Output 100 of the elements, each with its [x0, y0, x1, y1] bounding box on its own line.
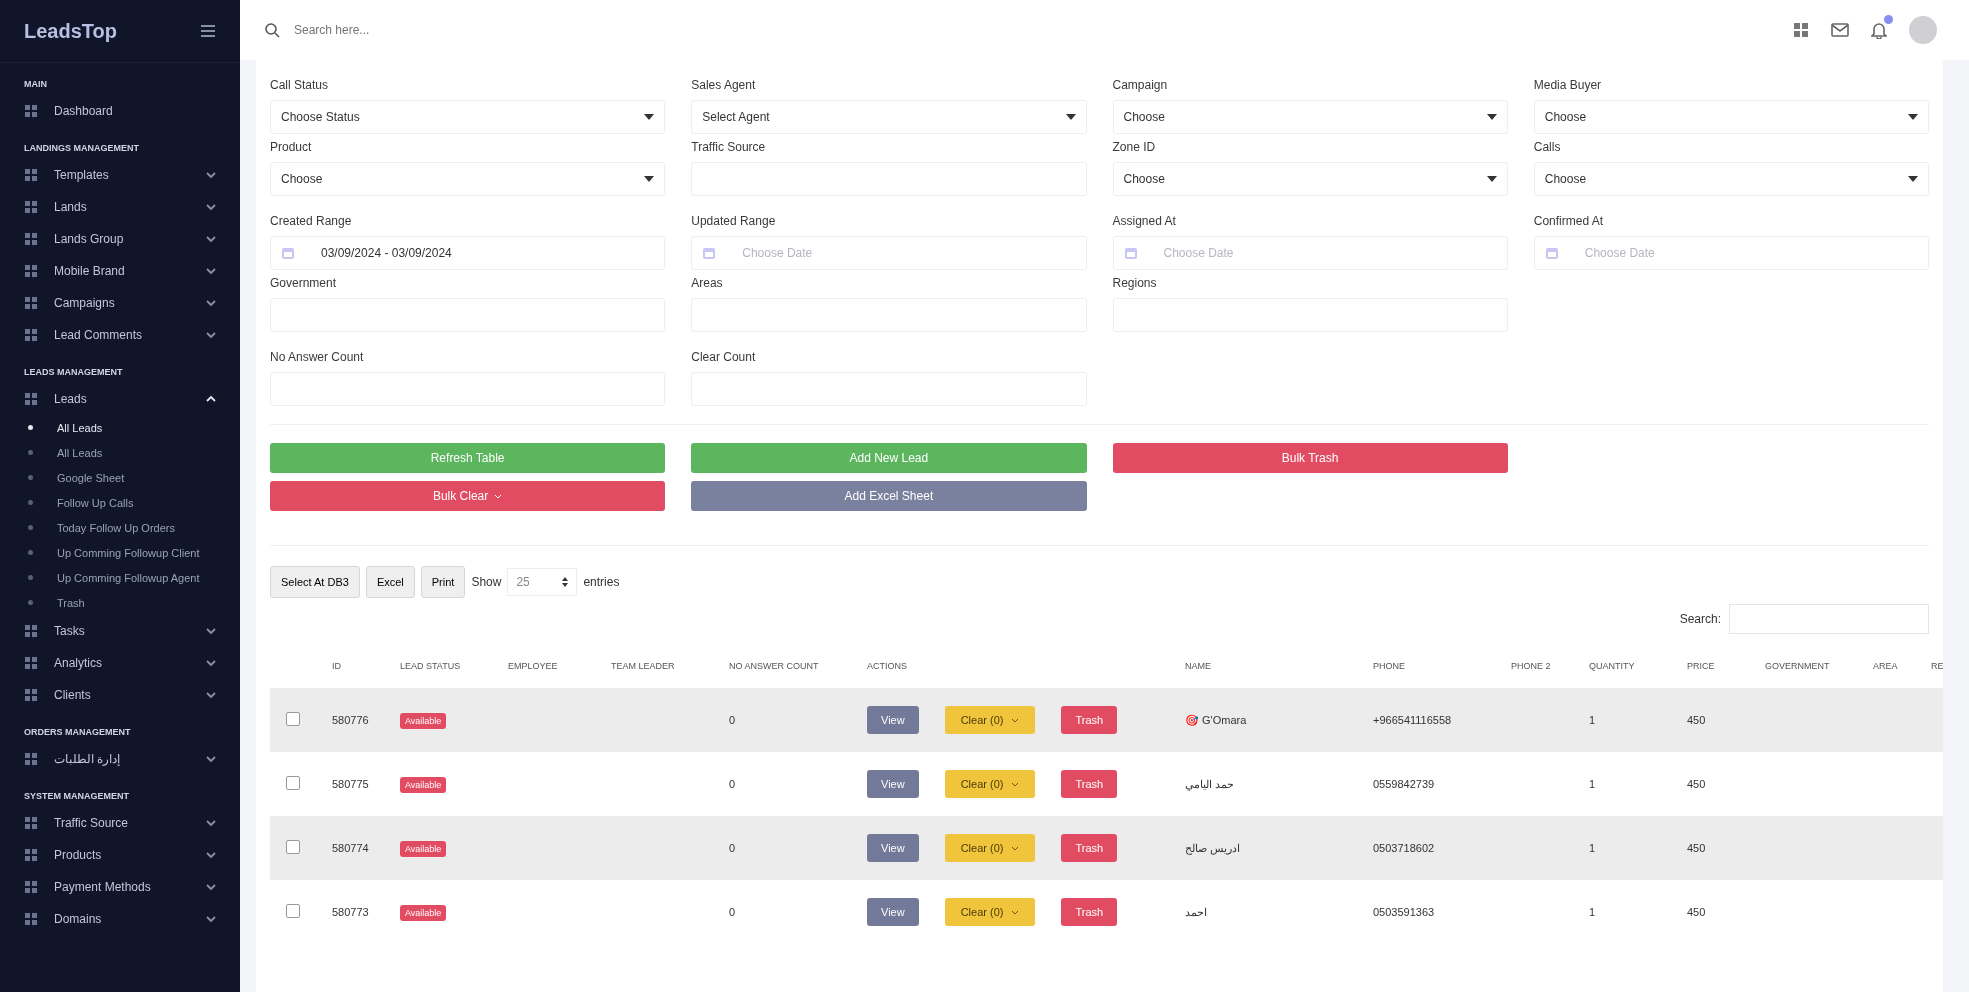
- row-checkbox[interactable]: [286, 840, 300, 854]
- field-label: Updated Range: [691, 214, 777, 228]
- select-field[interactable]: Choose: [1112, 100, 1508, 134]
- field-label: Government: [270, 276, 338, 290]
- clear-button[interactable]: Clear (0): [944, 706, 1036, 734]
- date-field[interactable]: 03/09/2024 - 03/09/2024: [270, 236, 666, 270]
- sidebar-item[interactable]: Clients: [24, 679, 216, 711]
- sidebar-subitem[interactable]: All Leads: [24, 440, 216, 465]
- sidebar-subitem[interactable]: All Leads: [24, 415, 216, 440]
- row-checkbox[interactable]: [286, 904, 300, 918]
- column-header[interactable]: TEAM LEADER: [607, 644, 725, 688]
- sidebar-item[interactable]: Templates: [24, 159, 216, 191]
- sidebar-item[interactable]: Payment Methods: [24, 871, 216, 903]
- table-cell: 0: [725, 688, 863, 752]
- sidebar-item[interactable]: Products: [24, 839, 216, 871]
- toolbar-button[interactable]: Print: [420, 566, 466, 598]
- sidebar-item[interactable]: Campaigns: [24, 287, 216, 319]
- avatar[interactable]: [1909, 16, 1937, 44]
- select-field[interactable]: Choose: [1533, 162, 1929, 196]
- caret-icon: [1486, 114, 1497, 120]
- view-button[interactable]: View: [867, 834, 919, 862]
- sidebar-subitem[interactable]: Trash: [24, 590, 216, 615]
- column-header[interactable]: NAME: [1181, 644, 1369, 688]
- trash-button[interactable]: Trash: [1061, 898, 1118, 926]
- sidebar-item[interactable]: Lands: [24, 191, 216, 223]
- action-button[interactable]: Bulk Clear: [270, 481, 666, 511]
- toolbar-button[interactable]: Excel: [365, 566, 415, 598]
- sidebar-item[interactable]: Dashboard: [24, 95, 216, 127]
- table-cell: +966541116558: [1369, 688, 1507, 752]
- caret-icon: [644, 114, 655, 120]
- clear-button[interactable]: Clear (0): [944, 770, 1036, 798]
- caret-icon: [1011, 909, 1020, 915]
- row-checkbox[interactable]: [286, 776, 300, 790]
- table-cell: 580774: [328, 816, 396, 880]
- sidebar-subitem[interactable]: Today Follow Up Orders: [24, 515, 216, 540]
- toolbar-button[interactable]: Select At DB3: [270, 566, 360, 598]
- grid-icon: [24, 232, 38, 246]
- select-field[interactable]: Choose Status: [270, 100, 666, 134]
- table-search-field[interactable]: [1729, 604, 1929, 634]
- grid-icon: [24, 848, 38, 862]
- mail-icon[interactable]: [1831, 23, 1849, 37]
- sidebar-item[interactable]: Leads: [24, 383, 216, 415]
- sidebar-subitem[interactable]: Up Comming Followup Agent: [24, 565, 216, 590]
- trash-button[interactable]: Trash: [1061, 770, 1118, 798]
- menu-icon[interactable]: [200, 24, 216, 38]
- trash-button[interactable]: Trash: [1061, 706, 1118, 734]
- select-field[interactable]: Select Agent: [691, 100, 1087, 134]
- column-header[interactable]: PRICE: [1683, 644, 1761, 688]
- status-badge: Available: [400, 905, 447, 921]
- column-header[interactable]: EMPLOYEE: [504, 644, 607, 688]
- sidebar-subitem[interactable]: Follow Up Calls: [24, 490, 216, 515]
- table-cell: 580773: [328, 880, 396, 944]
- view-button[interactable]: View: [867, 898, 919, 926]
- search-label: Search:: [1679, 612, 1721, 626]
- trash-button[interactable]: Trash: [1061, 834, 1118, 862]
- column-header[interactable]: GOVERNMENT: [1761, 644, 1869, 688]
- table-cell: 0559842739: [1369, 752, 1507, 816]
- column-header[interactable]: QUANTITY: [1585, 644, 1683, 688]
- action-button[interactable]: Bulk Trash: [1112, 443, 1508, 473]
- column-header[interactable]: LEAD STATUS: [396, 644, 504, 688]
- sidebar-subitem[interactable]: Google Sheet: [24, 465, 216, 490]
- select-field[interactable]: Choose: [270, 162, 666, 196]
- action-button[interactable]: Add Excel Sheet: [691, 481, 1087, 511]
- grid-icon: [24, 392, 38, 406]
- table-cell: 1: [1585, 688, 1683, 752]
- column-header[interactable]: NO ANSWER COUNT: [725, 644, 863, 688]
- column-header[interactable]: PHONE 2: [1507, 644, 1585, 688]
- caret-icon: [644, 176, 655, 182]
- column-header[interactable]: ID: [328, 644, 396, 688]
- table-cell: 🎯 G'Omara: [1181, 688, 1369, 752]
- view-button[interactable]: View: [867, 706, 919, 734]
- sidebar-item[interactable]: Mobile Brand: [24, 255, 216, 287]
- sidebar-item[interactable]: Tasks: [24, 615, 216, 647]
- select-field[interactable]: Choose: [1533, 100, 1929, 134]
- sidebar-subitem[interactable]: Up Comming Followup Client: [24, 540, 216, 565]
- field-label: Confirmed At: [1533, 214, 1605, 228]
- sidebar-item[interactable]: Domains: [24, 903, 216, 935]
- sidebar-item[interactable]: Lead Comments: [24, 319, 216, 351]
- column-header[interactable]: PHONE: [1369, 644, 1507, 688]
- row-checkbox[interactable]: [286, 712, 300, 726]
- sidebar-item[interactable]: Traffic Source: [24, 807, 216, 839]
- select-field[interactable]: Choose: [1112, 162, 1508, 196]
- field-label: Product: [270, 140, 313, 154]
- grid-icon[interactable]: [1793, 22, 1809, 38]
- clear-button[interactable]: Clear (0): [944, 834, 1036, 862]
- page-size-select[interactable]: 25: [507, 568, 578, 596]
- caret-icon: [1011, 781, 1020, 787]
- view-button[interactable]: View: [867, 770, 919, 798]
- bell-icon[interactable]: [1871, 21, 1887, 39]
- clear-button[interactable]: Clear (0): [944, 898, 1036, 926]
- column-header[interactable]: ACTIONS: [863, 644, 1181, 688]
- section-heading: MAIN: [24, 79, 48, 89]
- table-cell: 450: [1683, 688, 1761, 752]
- show-label: Show: [471, 575, 502, 589]
- caret-icon: [1486, 176, 1497, 182]
- sidebar-item[interactable]: إدارة الطلبات: [24, 743, 216, 775]
- sidebar-item[interactable]: Lands Group: [24, 223, 216, 255]
- column-header[interactable]: AREA: [1869, 644, 1927, 688]
- sidebar-item[interactable]: Analytics: [24, 647, 216, 679]
- column-header[interactable]: RE: [1927, 644, 1943, 688]
